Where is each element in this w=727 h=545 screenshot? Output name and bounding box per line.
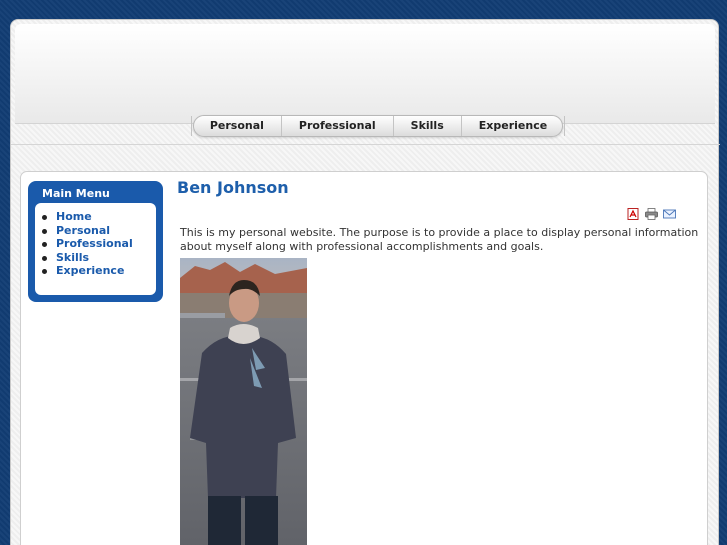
- header-banner: [15, 24, 715, 124]
- print-icon[interactable]: [645, 208, 658, 220]
- topnav-item-skills[interactable]: Skills: [394, 116, 462, 136]
- article-title: Ben Johnson: [177, 178, 289, 197]
- top-navigation: Personal Professional Skills Experience: [190, 115, 566, 137]
- menu-item-skills[interactable]: Skills: [41, 251, 156, 265]
- menu-item-home[interactable]: Home: [41, 210, 156, 224]
- main-menu-title: Main Menu: [42, 187, 110, 200]
- main-menu: Main Menu Home Personal Professional Ski…: [28, 181, 163, 302]
- article-tools: [627, 208, 676, 220]
- pdf-icon[interactable]: [627, 208, 640, 220]
- article-body-text: This is my personal website. The purpose…: [180, 226, 699, 253]
- email-icon[interactable]: [663, 208, 676, 220]
- header-divider: [11, 144, 720, 145]
- content-area: Main Menu Home Personal Professional Ski…: [20, 171, 708, 545]
- main-menu-list-container: Home Personal Professional Skills Experi…: [35, 203, 156, 295]
- main-menu-list: Home Personal Professional Skills Experi…: [35, 203, 156, 278]
- page-container: Personal Professional Skills Experience …: [10, 19, 720, 545]
- menu-item-personal[interactable]: Personal: [41, 224, 156, 238]
- menu-item-experience[interactable]: Experience: [41, 264, 156, 278]
- topnav-item-experience[interactable]: Experience: [462, 116, 566, 136]
- person-photo-illustration: [180, 258, 307, 545]
- menu-item-professional[interactable]: Professional: [41, 237, 156, 251]
- topnav-item-professional[interactable]: Professional: [282, 116, 394, 136]
- topnav-item-personal[interactable]: Personal: [190, 116, 282, 136]
- profile-photo: [180, 258, 307, 545]
